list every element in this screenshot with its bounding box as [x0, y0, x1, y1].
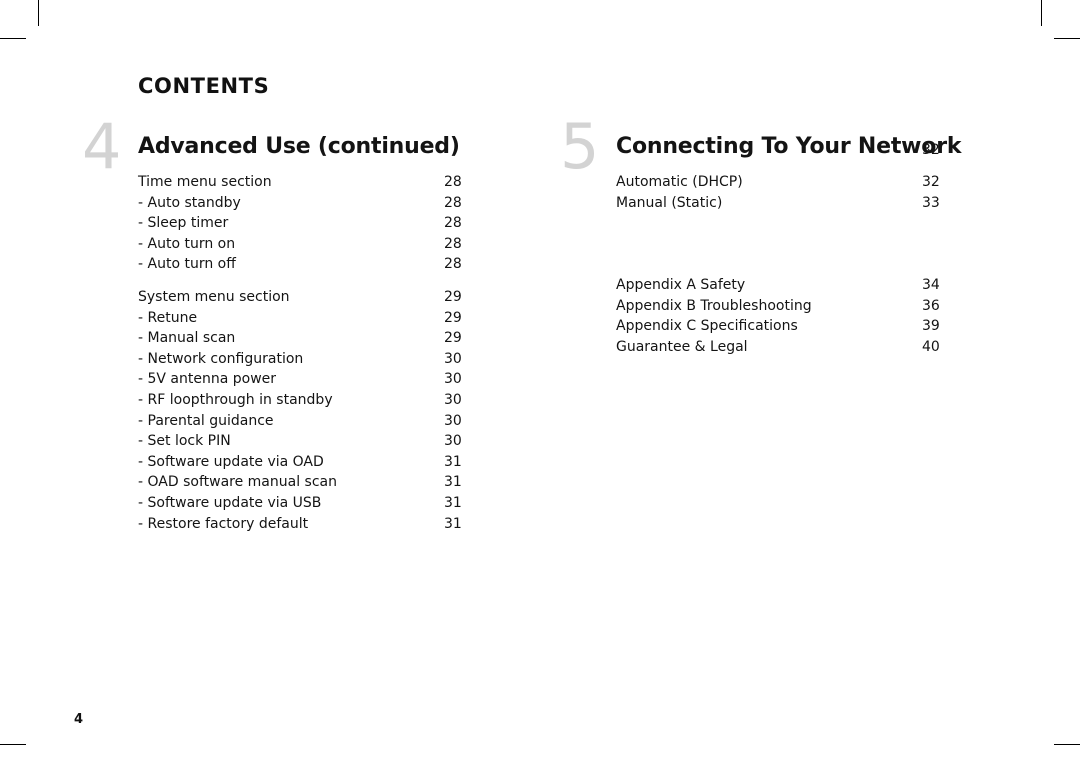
toc-entry-label: Automatic (DHCP): [616, 174, 743, 190]
toc-entry-page: 31: [444, 494, 462, 511]
list-item[interactable]: - Auto standby 28: [82, 195, 502, 216]
list-item[interactable]: - OAD software manual scan 31: [82, 474, 502, 495]
chapter-number: 5: [560, 110, 600, 183]
toc-entry-label: - Sleep timer: [138, 215, 229, 232]
chapter-number: 4: [82, 110, 122, 183]
list-item[interactable]: - Software update via OAD 31: [82, 454, 502, 475]
list-item[interactable]: - Sleep timer 28: [82, 215, 502, 236]
toc-entry-label: - Set lock PIN: [138, 433, 231, 450]
chapter-page-number: 32: [922, 142, 940, 158]
toc-group-spacer: [560, 215, 980, 277]
toc-entry-page: 28: [444, 174, 462, 190]
toc-entry-page: 28: [444, 194, 462, 211]
toc-entry-page: 39: [922, 318, 940, 335]
chapter-heading-5: 5 Connecting To Your Network 32: [560, 116, 980, 178]
toc-entry-label: - Retune: [138, 309, 198, 326]
list-item[interactable]: - Set lock PIN 30: [82, 433, 502, 454]
toc-entry-page: 30: [444, 412, 462, 429]
list-item[interactable]: - Software update via USB 31: [82, 495, 502, 516]
crop-mark-top-right-horizontal: [1054, 38, 1080, 39]
toc-list-left: Time menu section 28 - Auto standby 28 -…: [82, 174, 502, 536]
toc-entry-page: 29: [444, 309, 462, 326]
document-page: CONTENTS 4 Advanced Use (continued) Time…: [0, 0, 1080, 782]
toc-entry-page: 36: [922, 297, 940, 314]
list-item[interactable]: Guarantee & Legal 40: [560, 339, 980, 360]
toc-entry-page: 31: [444, 515, 462, 532]
list-item[interactable]: - Auto turn off 28: [82, 256, 502, 277]
toc-entry-label: Time menu section: [138, 174, 272, 190]
toc-entry-label: - OAD software manual scan: [138, 474, 337, 491]
toc-entry-page: 34: [922, 277, 940, 294]
toc-entry-page: 29: [444, 330, 462, 347]
toc-entry-page: 30: [444, 391, 462, 408]
list-item[interactable]: - 5V antenna power 30: [82, 371, 502, 392]
toc-entry-label: Appendix B Troubleshooting: [616, 297, 812, 314]
chapter-title: Connecting To Your Network: [616, 134, 962, 159]
toc-entry-label: - Manual scan: [138, 330, 236, 347]
chapter-heading-4: 4 Advanced Use (continued): [82, 116, 502, 178]
list-item[interactable]: Appendix C Specifications 39: [560, 318, 980, 339]
toc-entry-label: - Software update via OAD: [138, 453, 324, 470]
toc-entry-label: - Restore factory default: [138, 515, 309, 532]
toc-entry-page: 33: [922, 194, 940, 211]
list-item[interactable]: Appendix B Troubleshooting 36: [560, 298, 980, 319]
list-item[interactable]: Manual (Static) 33: [560, 195, 980, 216]
toc-entry-label: - Network configuration: [138, 350, 304, 367]
toc-entry-page: 30: [444, 350, 462, 367]
toc-column-right: 5 Connecting To Your Network 32 Automati…: [560, 116, 980, 360]
list-item[interactable]: - Retune 29: [82, 310, 502, 331]
toc-entry-label: Manual (Static): [616, 194, 723, 211]
toc-entry-label: System menu section: [138, 288, 290, 305]
toc-entry-page: 28: [444, 235, 462, 252]
toc-entry-label: - 5V antenna power: [138, 371, 277, 388]
toc-entry-page: 30: [444, 433, 462, 450]
chapter-title: Advanced Use (continued): [138, 134, 460, 159]
list-item[interactable]: - Restore factory default 31: [82, 516, 502, 537]
list-item[interactable]: - Manual scan 29: [82, 330, 502, 351]
toc-entry-page: 28: [444, 215, 462, 232]
toc-column-left: 4 Advanced Use (continued) Time menu sec…: [82, 116, 502, 536]
list-item[interactable]: - Network configuration 30: [82, 351, 502, 372]
toc-entry-page: 30: [444, 371, 462, 388]
crop-mark-top-left-vertical: [38, 0, 39, 26]
toc-entry-label: - RF loopthrough in standby: [138, 391, 333, 408]
toc-group-spacer: [82, 277, 502, 289]
toc-entry-page: 29: [444, 288, 462, 305]
toc-entry-page: 28: [444, 256, 462, 273]
list-item[interactable]: - Parental guidance 30: [82, 413, 502, 434]
crop-mark-bottom-right-horizontal: [1054, 744, 1080, 745]
list-item[interactable]: Automatic (DHCP) 32: [560, 174, 980, 195]
toc-list-right: Automatic (DHCP) 32 Manual (Static) 33 A…: [560, 174, 980, 360]
page-number: 4: [74, 712, 84, 727]
list-item[interactable]: Time menu section 28: [82, 174, 502, 195]
list-item[interactable]: Appendix A Safety 34: [560, 277, 980, 298]
toc-entry-label: - Auto standby: [138, 194, 241, 211]
list-item[interactable]: - RF loopthrough in standby 30: [82, 392, 502, 413]
toc-entry-page: 31: [444, 474, 462, 491]
page-title: CONTENTS: [138, 74, 270, 98]
toc-entry-label: - Auto turn off: [138, 256, 236, 273]
toc-entry-label: Guarantee & Legal: [616, 338, 748, 355]
toc-entry-label: Appendix A Safety: [616, 277, 746, 294]
list-item[interactable]: System menu section 29: [82, 289, 502, 310]
toc-entry-label: - Auto turn on: [138, 235, 236, 252]
toc-entry-label: - Parental guidance: [138, 412, 274, 429]
toc-entry-page: 31: [444, 453, 462, 470]
toc-entry-page: 40: [922, 338, 940, 355]
list-item[interactable]: - Auto turn on 28: [82, 236, 502, 257]
toc-entry-page: 32: [922, 174, 940, 190]
toc-entry-label: Appendix C Specifications: [616, 318, 798, 335]
toc-entry-label: - Software update via USB: [138, 494, 322, 511]
crop-mark-top-left-horizontal: [0, 38, 26, 39]
crop-mark-top-right-vertical: [1041, 0, 1042, 26]
crop-mark-bottom-left-horizontal: [0, 744, 26, 745]
